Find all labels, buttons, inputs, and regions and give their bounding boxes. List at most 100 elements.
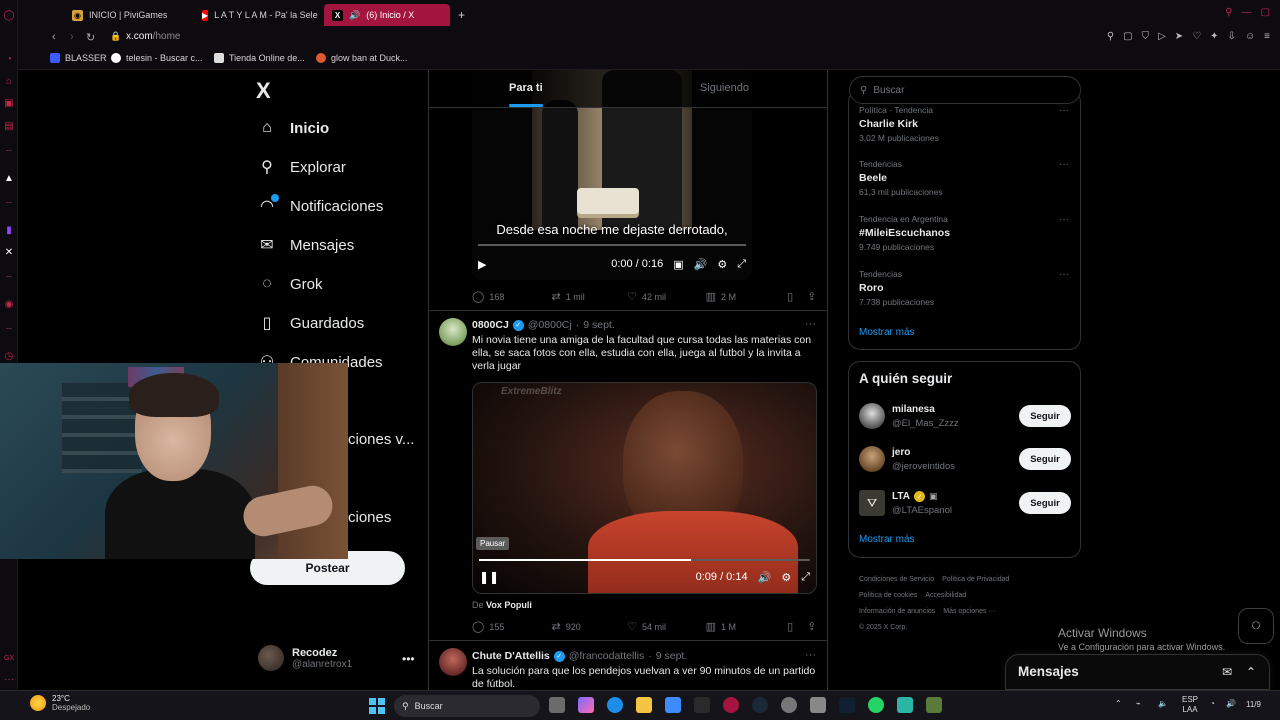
- repost-button[interactable]: ⇄ 1 mil: [552, 290, 628, 303]
- twitch-panel-icon[interactable]: ▣: [3, 97, 15, 109]
- nav-partial-2[interactable]: ciones: [348, 509, 391, 526]
- gx-icon[interactable]: GX: [3, 652, 15, 664]
- reply-button[interactable]: ◯ 155: [472, 620, 552, 633]
- follow-suggestion[interactable]: milanesa @El_Mas_Zzzz Seguir: [859, 401, 1071, 431]
- fullscreen-icon[interactable]: ⤢: [737, 258, 746, 271]
- network-icon[interactable]: ◔: [1210, 699, 1215, 708]
- follow-show-more[interactable]: Mostrar más: [859, 534, 915, 545]
- reload-icon[interactable]: ↻: [86, 31, 95, 44]
- more-icon[interactable]: ···: [1059, 159, 1069, 170]
- weather-widget[interactable]: 23°C Despejado: [30, 694, 90, 712]
- profile-icon[interactable]: ☺: [1245, 31, 1255, 42]
- like-button[interactable]: ♡ 54 mil: [627, 620, 706, 633]
- more-icon[interactable]: ···: [1059, 105, 1069, 116]
- taskbar-search[interactable]: ⚲ Buscar: [394, 695, 540, 717]
- menu-icon[interactable]: ≡: [1264, 31, 1270, 42]
- follow-button[interactable]: Seguir: [1019, 492, 1071, 514]
- tweet2-video[interactable]: ExtremeBlitz Pausar ❚❚ 0:09 / 0:14 🔊 ⚙ ⤢: [472, 382, 817, 594]
- extensions-icon[interactable]: ✦: [1210, 31, 1218, 42]
- send-icon[interactable]: ➤: [1175, 31, 1183, 42]
- expand-icon[interactable]: ⌃: [1246, 665, 1256, 679]
- nav-notificaciones[interactable]: ◠ Notificaciones: [258, 194, 383, 215]
- minimize-icon[interactable]: —: [1242, 7, 1252, 18]
- speaker-icon[interactable]: 🔊: [1226, 699, 1236, 708]
- settings-icon[interactable]: ⚙: [781, 571, 791, 584]
- edge-icon[interactable]: [607, 697, 623, 713]
- tab-para-ti[interactable]: Para ti: [509, 82, 543, 94]
- player-icon[interactable]: ◉: [3, 298, 15, 310]
- settings-icon[interactable]: [810, 697, 826, 713]
- captions-icon[interactable]: ▣: [673, 258, 683, 271]
- bookmark-telesin[interactable]: telesin - Buscar c...: [111, 53, 203, 63]
- avatar[interactable]: [439, 318, 467, 346]
- tab-x-home[interactable]: X 🔊 (6) Inicio / X: [324, 4, 450, 26]
- maximize-icon[interactable]: ▢: [1261, 7, 1270, 18]
- bookmark-blasser[interactable]: BLASSER: [50, 53, 107, 63]
- messages-drawer[interactable]: Mensajes ✉ ⌃: [1005, 654, 1270, 690]
- url-field[interactable]: x.com/home: [126, 31, 180, 42]
- clock-date[interactable]: 11/9: [1246, 700, 1261, 709]
- network-icon[interactable]: ⌁: [1136, 699, 1141, 708]
- volume-icon[interactable]: 🔊: [694, 258, 708, 271]
- opera-gx-icon[interactable]: [723, 697, 739, 713]
- share-button[interactable]: ⇪: [807, 620, 817, 633]
- pause-icon[interactable]: ❚❚: [479, 570, 499, 584]
- trend-item[interactable]: Tendencias Roro 7.738 publicaciones ···: [859, 269, 1069, 307]
- heart-icon[interactable]: ♡: [1192, 31, 1201, 42]
- bookmark-button[interactable]: ▯: [787, 620, 807, 633]
- download-icon[interactable]: ⇩: [1228, 31, 1236, 42]
- reply-button[interactable]: ◯ 168: [472, 290, 552, 303]
- follow-suggestion[interactable]: ⛛ LTA ✓ ▣ @LTAEspanol Seguir: [859, 488, 1071, 518]
- windows-start-icon[interactable]: [369, 698, 385, 714]
- app-icon[interactable]: [839, 697, 855, 713]
- nav-guardados[interactable]: ▯ Guardados: [258, 314, 365, 333]
- panel-icon[interactable]: ▤: [3, 120, 15, 132]
- fullscreen-icon[interactable]: ⤢: [801, 571, 810, 584]
- more-icon[interactable]: ···: [3, 673, 15, 685]
- task-view-icon[interactable]: [549, 697, 565, 713]
- views-button[interactable]: ▥ 2 M: [706, 290, 788, 303]
- bookmark-duckduckgo[interactable]: glow ban at Duck...: [316, 53, 408, 63]
- pin-icon[interactable]: ⚲: [1107, 31, 1114, 42]
- store-icon[interactable]: [665, 697, 681, 713]
- x-logo[interactable]: X: [256, 78, 271, 104]
- bookmark-tienda[interactable]: Tienda Online de...: [214, 53, 305, 63]
- nav-inicio[interactable]: ⌂ Inicio: [258, 119, 329, 137]
- avatar[interactable]: [439, 648, 467, 676]
- back-icon[interactable]: ‹: [52, 31, 56, 43]
- account-switcher[interactable]: Recodez @alanretrox1: [258, 645, 352, 671]
- opera-logo-icon[interactable]: ◯: [3, 9, 15, 21]
- shield-icon[interactable]: ⛉: [1142, 31, 1150, 42]
- app-icon[interactable]: [781, 697, 797, 713]
- bookmark-button[interactable]: ▯: [787, 290, 807, 303]
- aria-icon[interactable]: ▲: [3, 172, 15, 184]
- views-button[interactable]: ▥ 1 M: [706, 620, 788, 633]
- play-icon[interactable]: ▶: [478, 258, 486, 271]
- new-message-icon[interactable]: ✉: [1222, 665, 1232, 679]
- copilot-icon[interactable]: [578, 697, 594, 713]
- tab-siguiendo[interactable]: Siguiendo: [700, 82, 749, 94]
- nav-grok[interactable]: ◌ Grok: [258, 275, 322, 293]
- volume-icon[interactable]: 🔈: [1158, 699, 1168, 708]
- x-sidebar-icon[interactable]: ✕: [3, 246, 15, 258]
- more-icon[interactable]: ···: [1059, 214, 1069, 225]
- speaker-icon[interactable]: 🔊: [349, 10, 360, 21]
- games-icon[interactable]: ⌂: [3, 75, 15, 87]
- nav-explorar[interactable]: ⚲ Explorar: [258, 158, 346, 177]
- follow-button[interactable]: Seguir: [1019, 405, 1071, 427]
- more-icon[interactable]: ···: [1059, 269, 1069, 280]
- steam-icon[interactable]: [752, 697, 768, 713]
- speed-dial-icon[interactable]: ◔: [3, 53, 15, 65]
- volume-icon[interactable]: 🔊: [758, 571, 772, 584]
- trend-item[interactable]: Política · Tendencia Charlie Kirk 3,02 M…: [859, 105, 1069, 143]
- new-tab-button[interactable]: +: [450, 4, 470, 26]
- grok-float-icon[interactable]: ◌: [1238, 608, 1274, 644]
- forward-icon[interactable]: ›: [70, 31, 74, 43]
- search-input[interactable]: ⚲ Buscar: [849, 76, 1081, 104]
- more-icon[interactable]: ···: [805, 318, 816, 330]
- app-icon[interactable]: [897, 697, 913, 713]
- more-icon[interactable]: ···: [805, 649, 816, 661]
- video-progress-bar[interactable]: [478, 244, 746, 246]
- trend-item[interactable]: Tendencia en Argentina #MileiEscuchanos …: [859, 214, 1069, 252]
- terminal-icon[interactable]: [694, 697, 710, 713]
